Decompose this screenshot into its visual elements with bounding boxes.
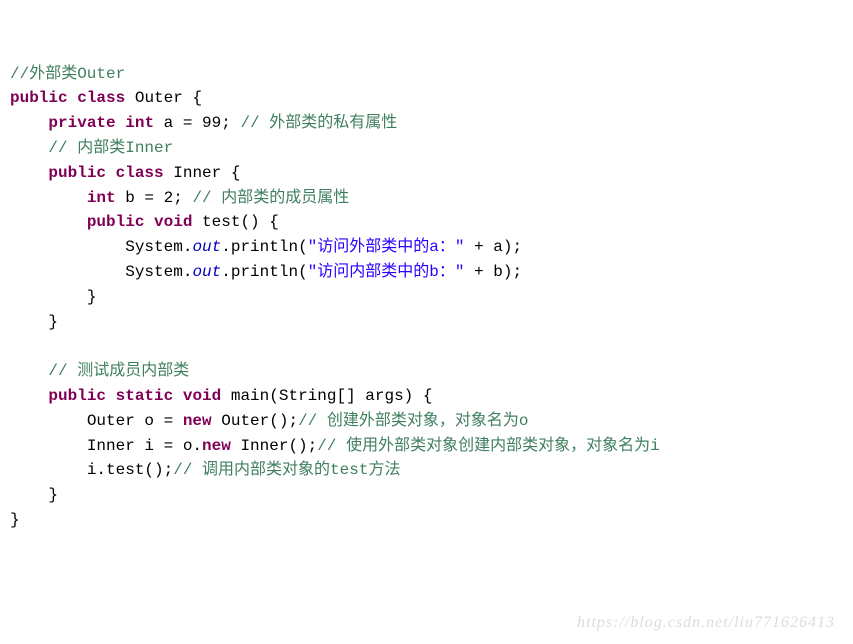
comment: // 内部类Inner [48, 139, 173, 157]
code-block: //外部类Outer public class Outer { private … [10, 62, 843, 533]
code-text: + a); [464, 238, 522, 256]
code-text: } [10, 511, 20, 529]
code-text: Inner(); [231, 437, 317, 455]
code-text: main(String[] args) { [221, 387, 432, 405]
keyword: new [202, 437, 231, 455]
comment: // 外部类的私有属性 [240, 114, 397, 132]
code-text: test() { [192, 213, 278, 231]
code-text: .println( [221, 238, 307, 256]
code-text: } [10, 288, 96, 306]
keyword: static [116, 387, 174, 405]
keyword: public [87, 213, 145, 231]
keyword: public [48, 164, 106, 182]
comment: // 内部类的成员属性 [192, 189, 349, 207]
static-field: out [192, 263, 221, 281]
keyword: public [10, 89, 68, 107]
keyword: new [183, 412, 212, 430]
code-text: System. [10, 238, 192, 256]
comment: // 使用外部类对象创建内部类对象，对象名为i [317, 437, 659, 455]
keyword: private [48, 114, 115, 132]
code-text: Outer(); [212, 412, 298, 430]
keyword: public [48, 387, 106, 405]
code-text: } [10, 486, 58, 504]
keyword: void [154, 213, 192, 231]
code-text: Inner { [164, 164, 241, 182]
code-text: } [10, 313, 58, 331]
string-literal: "访问外部类中的a：" [308, 238, 465, 256]
comment: // 调用内部类对象的test方法 [173, 461, 400, 479]
keyword: class [77, 89, 125, 107]
code-text: Inner i = o. [10, 437, 202, 455]
code-text: b = 2; [116, 189, 193, 207]
string-literal: "访问内部类中的b：" [308, 263, 465, 281]
code-text: Outer o = [10, 412, 183, 430]
comment: // 创建外部类对象，对象名为o [298, 412, 528, 430]
code-text: a = 99; [154, 114, 240, 132]
code-text: Outer { [125, 89, 202, 107]
static-field: out [192, 238, 221, 256]
watermark: https://blog.csdn.net/liu771626413 [577, 611, 835, 636]
keyword: void [183, 387, 221, 405]
code-text: i.test(); [10, 461, 173, 479]
code-text: System. [10, 263, 192, 281]
keyword: int [125, 114, 154, 132]
keyword: int [87, 189, 116, 207]
code-text: + b); [464, 263, 522, 281]
keyword: class [116, 164, 164, 182]
code-text: .println( [221, 263, 307, 281]
comment: //外部类Outer [10, 65, 125, 83]
comment: // 测试成员内部类 [48, 362, 189, 380]
